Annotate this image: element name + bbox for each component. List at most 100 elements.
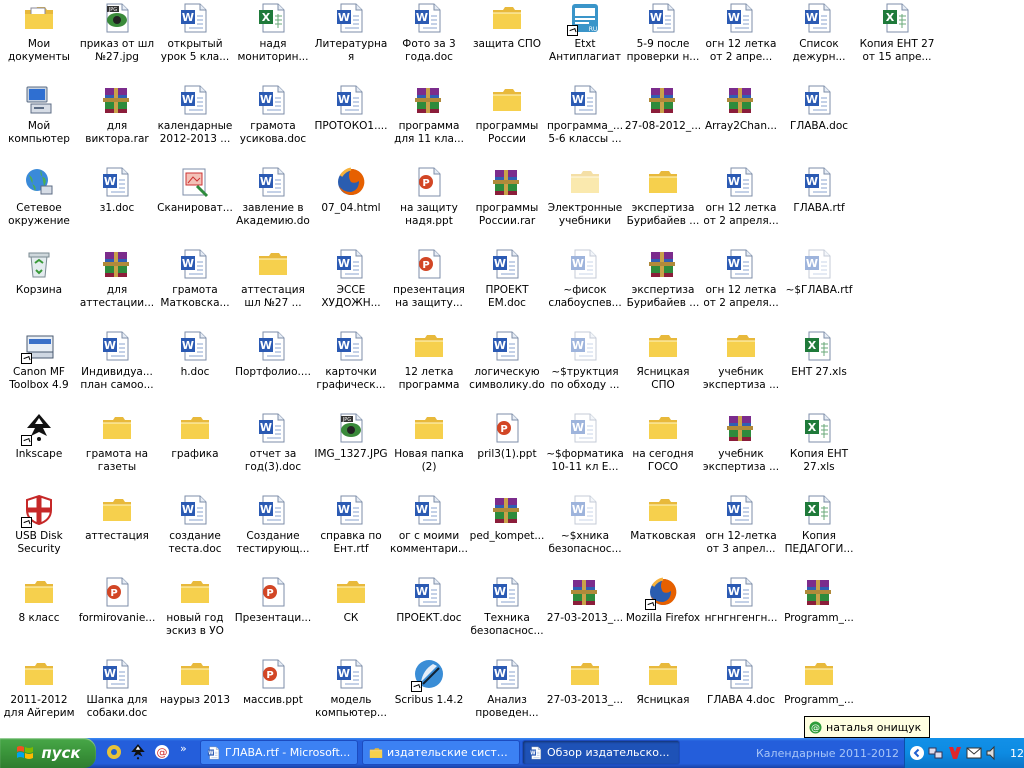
desktop-icon[interactable]: Wогн 12 летка от 2 апре... <box>702 2 780 84</box>
desktop-icon[interactable]: программа для 11 кла... <box>390 84 468 166</box>
desktop-icon[interactable]: аттестация <box>78 494 156 576</box>
taskbar-button[interactable]: издательские системы <box>362 740 520 765</box>
desktop-icon[interactable]: экспертиза Бурибайев ... <box>624 166 702 248</box>
inkscape-icon[interactable] <box>128 742 148 762</box>
desktop-icon[interactable]: 12 летка программа <box>390 330 468 412</box>
desktop-icon[interactable]: Canon MF Toolbox 4.9 <box>0 330 78 412</box>
desktop-icon[interactable]: Мои документы <box>0 2 78 84</box>
desktop-icon[interactable]: Wнгнгнгенгн... <box>702 576 780 658</box>
desktop-icon[interactable]: Wграмота Матковска... <box>156 248 234 330</box>
desktop-icon[interactable]: учебник экспертиза ... <box>702 412 780 494</box>
desktop-icon[interactable]: X Копия ПЕДАГОГИ... <box>780 494 858 576</box>
desktop-icon[interactable]: Wкалендарные 2012-2013 ... <box>156 84 234 166</box>
desktop-icon[interactable]: программы России <box>468 84 546 166</box>
desktop-icon[interactable]: Pпрезентация на защиту... <box>390 248 468 330</box>
desktop-icon[interactable]: W ~$труктция по обходу ... <box>546 330 624 412</box>
volume-icon[interactable] <box>985 745 1001 761</box>
desktop-icon[interactable]: W Список дежурн... <box>780 2 858 84</box>
desktop-icon[interactable]: учебник экспертиза ... <box>702 330 780 412</box>
desktop-icon[interactable]: СК <box>312 576 390 658</box>
desktop-icon[interactable]: Матковская <box>624 494 702 576</box>
desktop-icon[interactable]: Wсоздание теста.doc <box>156 494 234 576</box>
desktop-icon[interactable]: для аттестации... <box>78 248 156 330</box>
desktop-icon[interactable]: Wграмота усикова.doc <box>234 84 312 166</box>
start-button[interactable]: пуск <box>0 738 96 768</box>
desktop-icon[interactable]: защита СПО <box>468 2 546 84</box>
desktop-icon[interactable]: P Презентаци... <box>234 576 312 658</box>
desktop-icon[interactable]: Wогн 12-летка от 3 апрел... <box>702 494 780 576</box>
desktop-icon[interactable]: X Копия ЕНТ 27 от 15 апре... <box>858 2 936 84</box>
desktop-icon[interactable]: Wсправка по Ент.rtf <box>312 494 390 576</box>
desktop-icon[interactable]: Электронные учебники <box>546 166 624 248</box>
desktop-icon[interactable]: Wогн 12 летка от 2 апреля... <box>702 248 780 330</box>
desktop-icon[interactable]: Scribus 1.4.2 <box>390 658 468 740</box>
desktop-icon[interactable]: Корзина <box>0 248 78 330</box>
desktop-icon[interactable]: 8 класс <box>0 576 78 658</box>
desktop-icon[interactable]: W ПРОЕКТ ЕМ.doc <box>468 248 546 330</box>
toolbar-label[interactable]: Календарные 2011-2012 <box>756 747 899 760</box>
desktop-icon[interactable]: W Создание тестирующ... <box>234 494 312 576</box>
desktop-icon[interactable]: Inkscape <box>0 412 78 494</box>
desktop-icon[interactable]: JPG IMG_1327.JPG <box>312 412 390 494</box>
desktop-icon[interactable]: W Литературная гостиная.docx <box>312 2 390 84</box>
desktop-icon[interactable]: Pна защиту надя.ppt <box>390 166 468 248</box>
desktop-icon[interactable]: Wмодель компьютер... <box>312 658 390 740</box>
desktop-icon[interactable]: Сетевое окружение <box>0 166 78 248</box>
desktop-icon[interactable]: W ГЛАВА 4.doc <box>702 658 780 740</box>
desktop-icon[interactable]: Pмассив.ppt <box>234 658 312 740</box>
desktop-icon[interactable]: Сканироват... <box>156 166 234 248</box>
desktop-icon[interactable]: Array2Chan... <box>702 84 780 166</box>
desktop-icon[interactable]: 07_04.html <box>312 166 390 248</box>
taskbar-button[interactable]: W Обзор издательско... <box>522 740 680 765</box>
desktop-icon[interactable]: Wз1.doc <box>78 166 156 248</box>
desktop-icon[interactable]: W Анализ проведен... <box>468 658 546 740</box>
desktop-icon[interactable]: 27-03-2013_... <box>546 658 624 740</box>
sonic-app-icon[interactable] <box>104 742 124 762</box>
desktop-icon[interactable]: W Индивидуа... план самоо... <box>78 330 156 412</box>
desktop-icon[interactable]: W 5-9 после проверки н... <box>624 2 702 84</box>
notification-balloon[interactable]: @ наталья онищук <box>804 716 931 738</box>
desktop-icon[interactable]: W Шапка для собаки.doc <box>78 658 156 740</box>
desktop-icon[interactable]: Wкарточки графическ... <box>312 330 390 412</box>
desktop-icon[interactable]: Wзавление в Академию.doc <box>234 166 312 248</box>
desktop-icon[interactable]: экспертиза Бурибайев ... <box>624 248 702 330</box>
desktop-icon[interactable]: X Копия ЕНТ 27.xls <box>780 412 858 494</box>
desktop-icon[interactable]: RU Etxt Антиплагиат <box>546 2 624 84</box>
desktop-icon[interactable]: новый год эскиз в УО <box>156 576 234 658</box>
desktop-icon[interactable]: W ГЛАВА.doc <box>780 84 858 166</box>
desktop-icon[interactable]: W ~$ГЛАВА.rtf <box>780 248 858 330</box>
desktop-icon[interactable]: W ~$хника безопаснос... <box>546 494 624 576</box>
desktop-icon[interactable]: W ~фисок слабоуспев... <box>546 248 624 330</box>
clock[interactable]: 12:03 <box>1010 747 1024 760</box>
desktop-icon[interactable]: W Техника безопаснос... <box>468 576 546 658</box>
desktop-icon[interactable]: Wог с моими комментари... <box>390 494 468 576</box>
desktop-icon[interactable]: Мой компьютер <box>0 84 78 166</box>
desktop-icon[interactable]: Wh.doc <box>156 330 234 412</box>
desktop-icon[interactable]: W ~$форматика 10-11 кл Е... <box>546 412 624 494</box>
desktop-icon[interactable]: Wлогическую символику.doc <box>468 330 546 412</box>
desktop-icon[interactable]: W ГЛАВА.rtf <box>780 166 858 248</box>
desktop-icon[interactable]: JPG приказ от шл №27.jpg <box>78 2 156 84</box>
desktop-icon[interactable]: W ПРОТОКО1.... <box>312 84 390 166</box>
desktop-icon[interactable]: 27-08-2012_... <box>624 84 702 166</box>
desktop-icon[interactable]: графика <box>156 412 234 494</box>
desktop-icon[interactable]: грамота на газеты <box>78 412 156 494</box>
desktop-icon[interactable]: для виктора.rar <box>78 84 156 166</box>
taskbar-button[interactable]: W ГЛАВА.rtf - Microsoft... <box>200 740 358 765</box>
desktop-icon[interactable]: Wотчет за год(3).doc <box>234 412 312 494</box>
desktop-icon[interactable]: Wогн 12 летка от 2 апреля... <box>702 166 780 248</box>
desktop-icon[interactable]: X ЕНТ 27.xls <box>780 330 858 412</box>
desktop-icon[interactable]: USB Disk Security <box>0 494 78 576</box>
desktop-icon[interactable]: Wоткрытый урок 5 кла... <box>156 2 234 84</box>
desktop-icon[interactable]: Ясницкая СПО <box>624 330 702 412</box>
desktop-icon[interactable]: Wпрограмма_... 5-6 классы ... <box>546 84 624 166</box>
desktop-icon[interactable]: аттестация шл №27 ... <box>234 248 312 330</box>
desktop-icon[interactable]: Ясницкая <box>624 658 702 740</box>
desktop-icon[interactable]: ped_kompet... <box>468 494 546 576</box>
desktop-icon[interactable]: Новая папка (2) <box>390 412 468 494</box>
email-at-icon[interactable]: @ <box>152 742 172 762</box>
desktop-icon[interactable]: Mozilla Firefox <box>624 576 702 658</box>
desktop-icon[interactable]: Pformirovanie... <box>78 576 156 658</box>
desktop-icon[interactable]: Ppril3(1).ppt <box>468 412 546 494</box>
quick-launch-more-button[interactable]: » <box>180 742 187 764</box>
